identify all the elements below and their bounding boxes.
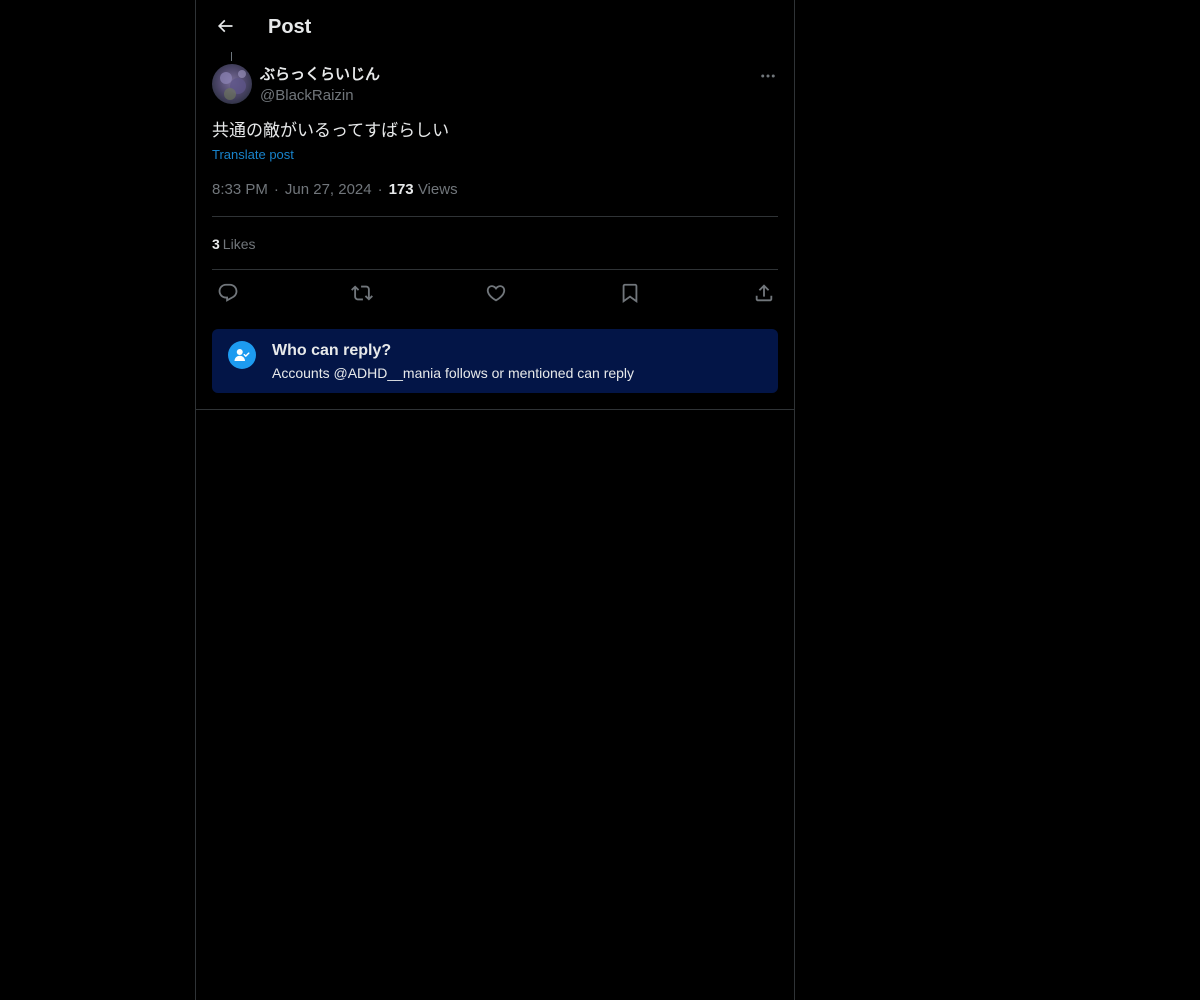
views-count: 173 <box>388 181 414 198</box>
reply-restriction-icon-badge <box>228 341 256 369</box>
main-column: Post ぶらっくらいじん @BlackRaizin 共通の敵がいるってすばらし… <box>195 0 795 1000</box>
likes-label: Likes <box>222 236 256 252</box>
post-text: 共通の敵がいるってすばらしい <box>212 121 450 141</box>
author-handle[interactable]: @BlackRaizin <box>260 85 354 107</box>
likes-link[interactable]: 3 Likes <box>212 234 255 254</box>
separator-dot: · <box>273 181 279 198</box>
repost-button[interactable] <box>347 280 377 306</box>
translate-post-link[interactable]: Translate post <box>212 146 294 164</box>
reply-button[interactable] <box>213 280 243 306</box>
share-button[interactable] <box>749 280 779 306</box>
reply-restriction-notice: Who can reply? Accounts @ADHD__mania fol… <box>212 329 778 393</box>
author-name[interactable]: ぶらっくらいじん <box>260 64 380 86</box>
share-icon <box>755 284 773 302</box>
bookmark-icon <box>622 283 638 304</box>
reply-restriction-description: Accounts @ADHD__mania follows or mention… <box>272 365 635 381</box>
post-date[interactable]: Jun 27, 2024 <box>285 181 372 198</box>
likes-count: 3 <box>212 236 220 252</box>
thread-connector-line <box>231 52 232 61</box>
user-check-icon <box>234 349 250 361</box>
header-bar: Post <box>196 0 794 53</box>
post-metadata: 8:33 PM · Jun 27, 2024 · 173 Views <box>212 180 458 200</box>
repost-icon <box>351 285 373 301</box>
divider <box>212 216 778 217</box>
avatar[interactable] <box>212 64 252 104</box>
post-time[interactable]: 8:33 PM <box>212 181 268 198</box>
post-bottom-divider <box>196 409 794 410</box>
divider <box>212 269 778 270</box>
like-button[interactable] <box>481 280 511 306</box>
avatar-image <box>212 64 252 104</box>
reply-icon <box>218 283 238 302</box>
reply-restriction-title: Who can reply? <box>272 342 392 359</box>
more-horizontal-icon <box>761 74 775 78</box>
more-options-button[interactable] <box>756 64 780 88</box>
page-title: Post <box>268 16 312 38</box>
heart-icon <box>486 285 506 302</box>
views-label: Views <box>417 181 458 198</box>
bookmark-button[interactable] <box>615 280 645 306</box>
back-button[interactable] <box>208 9 242 43</box>
separator-dot: · <box>377 181 383 198</box>
arrow-left-icon <box>217 19 233 33</box>
